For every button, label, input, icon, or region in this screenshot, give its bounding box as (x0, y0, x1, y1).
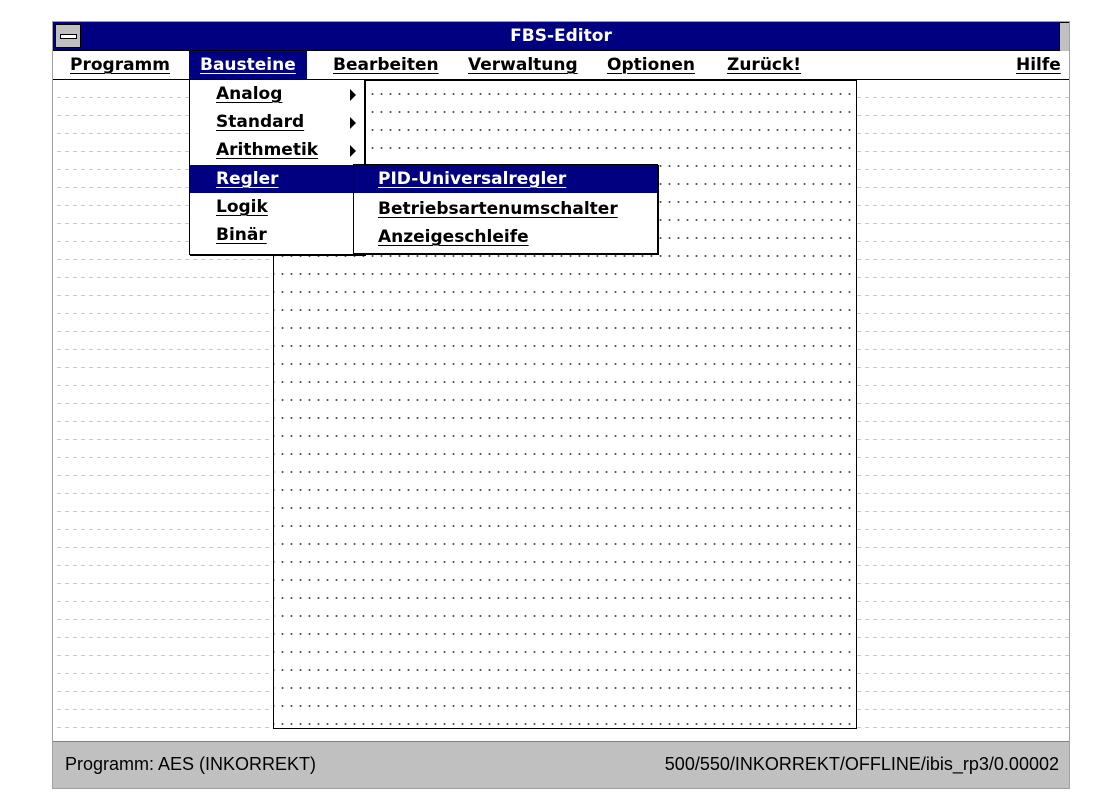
menu-item-regler[interactable]: Regler (190, 165, 364, 193)
menu-hilfe[interactable]: Hilfe (1005, 51, 1069, 79)
menu-bausteine[interactable]: Bausteine (189, 51, 307, 79)
menu-bar: Programm Bausteine Bearbeiten Verwaltung… (53, 51, 1069, 80)
status-program: Programm: AES (INKORREKT) (65, 754, 317, 774)
menu-optionen[interactable]: Optionen (596, 51, 706, 79)
menu-item-anzeigeschleife[interactable]: Anzeigeschleife (354, 223, 657, 251)
title-bar[interactable]: FBS-Editor (53, 22, 1069, 54)
menu-item-standard[interactable]: Standard (190, 108, 364, 136)
status-bar: Programm: AES (INKORREKT) 500/550/INKORR… (53, 741, 1069, 788)
application-window: FBS-Editor Programm Bausteine Bearbeiten… (52, 21, 1070, 789)
menu-item-analog[interactable]: Analog (190, 80, 364, 108)
window-control-button[interactable] (1059, 22, 1069, 54)
submenu-arrow-icon (350, 117, 356, 129)
submenu-arrow-icon (350, 89, 356, 101)
menu-item-betriebsartenumschalter[interactable]: Betriebsartenumschalter (354, 195, 657, 223)
submenu-arrow-icon (350, 145, 356, 157)
menu-bearbeiten[interactable]: Bearbeiten (322, 51, 450, 79)
menu-item-logik[interactable]: Logik (190, 193, 364, 221)
menu-zurueck[interactable]: Zurück! (716, 51, 812, 79)
menu-programm[interactable]: Programm (59, 51, 181, 79)
menu-item-binaer[interactable]: Binär (190, 221, 364, 249)
menu-verwaltung[interactable]: Verwaltung (457, 51, 589, 79)
regler-submenu: PID-Universalregler Betriebsartenumschal… (353, 164, 658, 254)
window-title: FBS-Editor (510, 26, 612, 46)
menu-item-arithmetik[interactable]: Arithmetik (190, 136, 364, 164)
menu-item-pid-universalregler[interactable]: PID-Universalregler (354, 165, 657, 193)
bausteine-dropdown: Analog Standard Arithmetik Regler Logik … (189, 79, 365, 255)
status-info: 500/550/INKORREKT/OFFLINE/ibis_rp3/0.000… (664, 754, 1059, 774)
